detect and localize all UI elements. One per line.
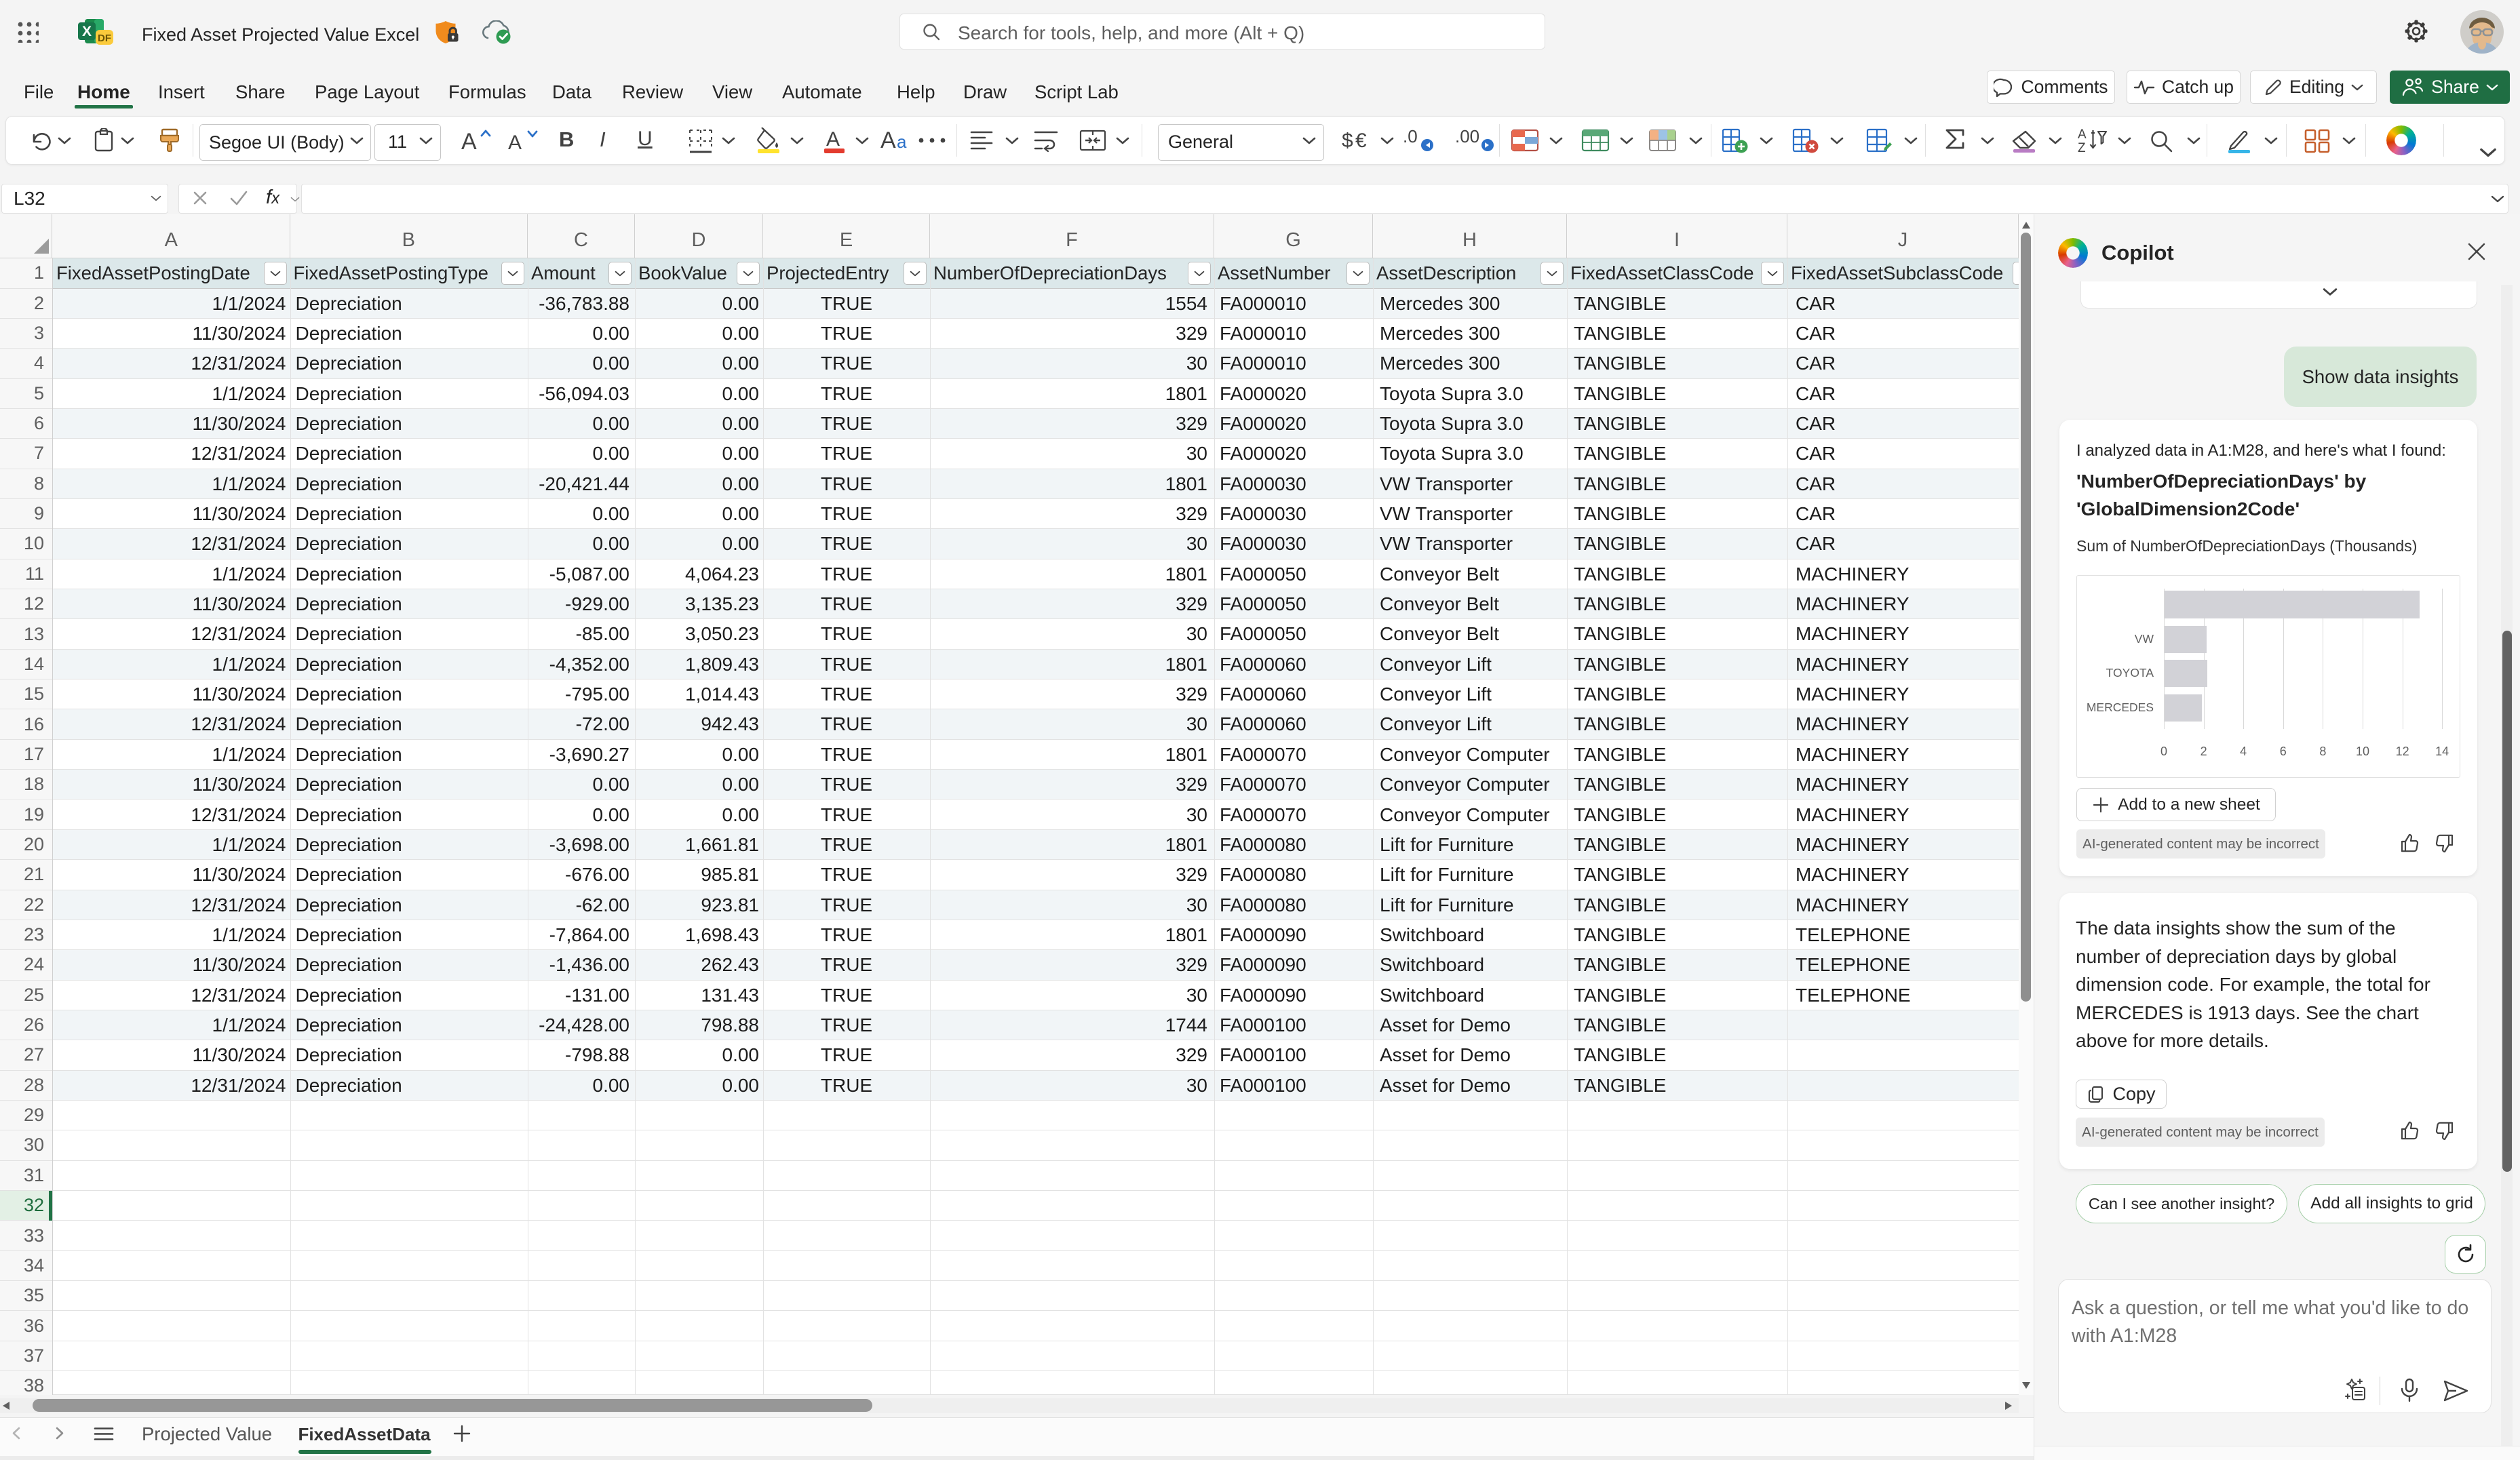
- svg-text:A: A: [461, 129, 477, 153]
- svg-text:.0: .0: [1403, 127, 1418, 146]
- svg-text:A: A: [508, 132, 522, 153]
- svg-text:A: A: [2078, 127, 2087, 142]
- svg-text:A: A: [880, 127, 896, 153]
- svg-text:a: a: [897, 132, 907, 152]
- svg-text:.00: .00: [1455, 127, 1479, 146]
- svg-text:A: A: [826, 128, 840, 151]
- svg-text:€: €: [1355, 130, 1367, 152]
- svg-text:Z: Z: [2078, 141, 2086, 153]
- svg-text:$: $: [1342, 130, 1353, 152]
- svg-text:DF: DF: [98, 33, 111, 44]
- svg-text:X: X: [82, 24, 92, 39]
